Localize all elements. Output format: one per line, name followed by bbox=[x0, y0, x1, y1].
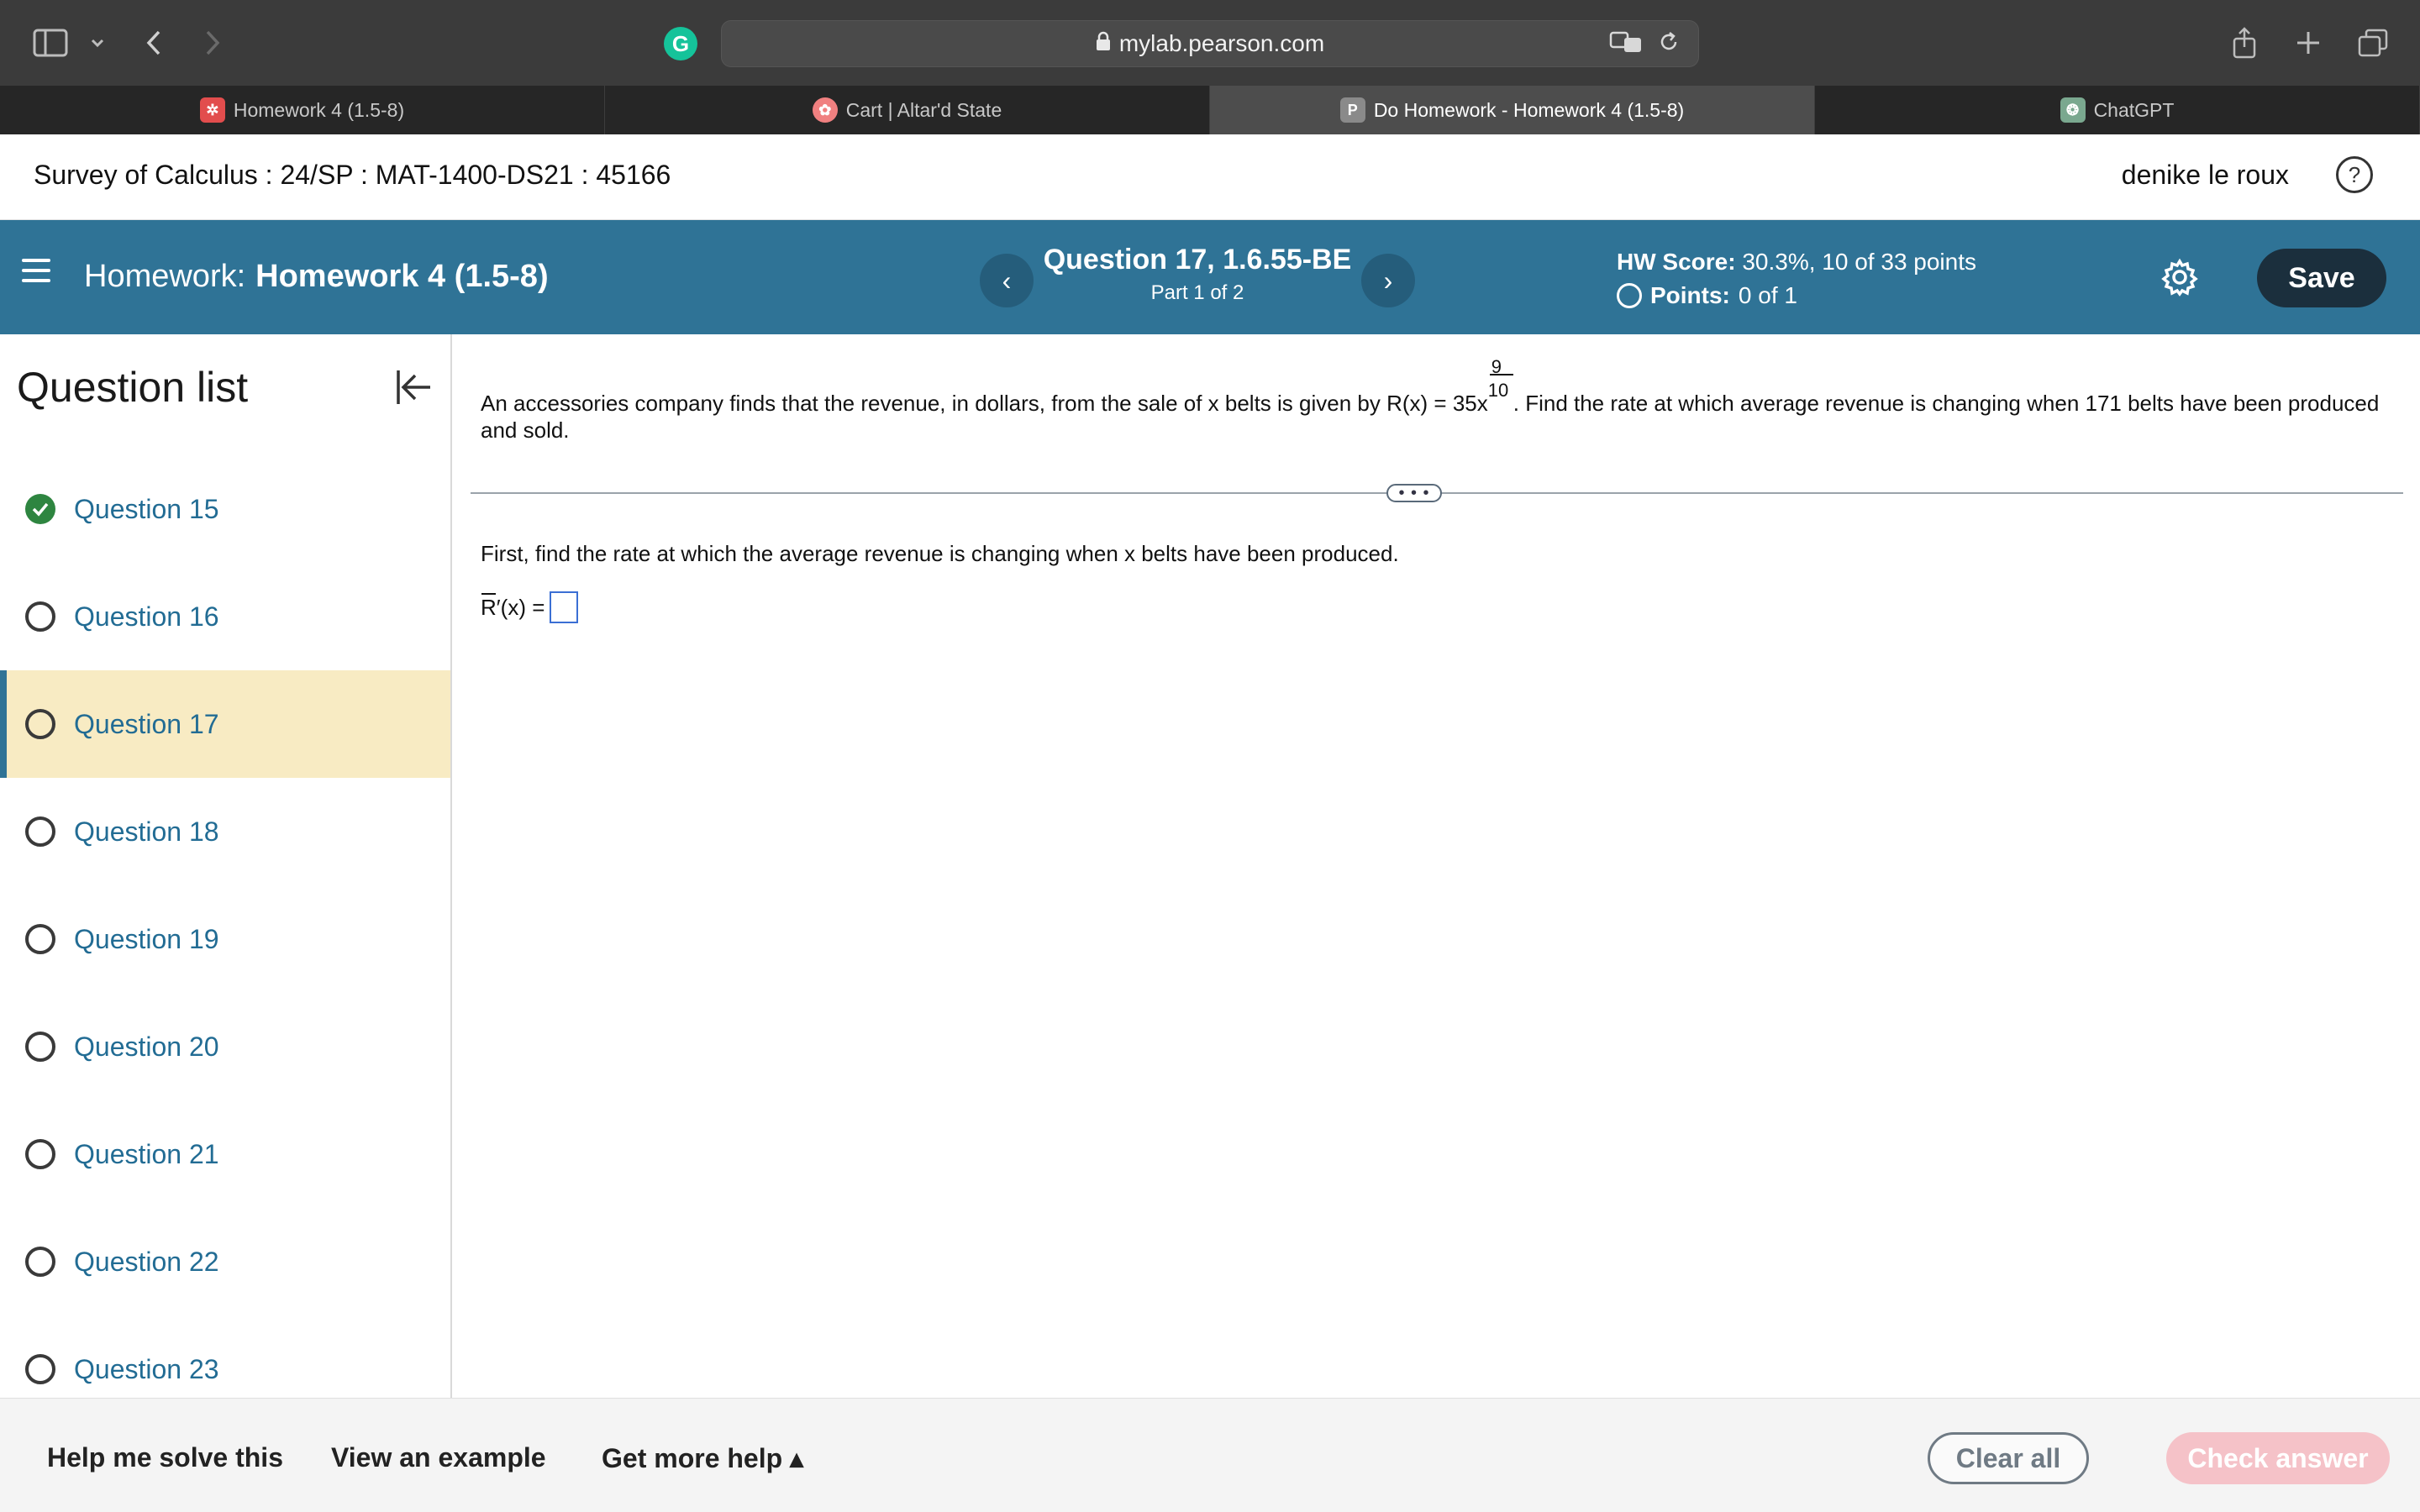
save-button[interactable]: Save bbox=[2257, 249, 2386, 307]
browser-tab-bar: ✲ Homework 4 (1.5-8) ✿ Cart | Altar'd St… bbox=[0, 86, 2420, 134]
tab-label: ChatGPT bbox=[2093, 98, 2175, 121]
incomplete-circle-icon bbox=[25, 1032, 55, 1062]
incomplete-circle-icon bbox=[25, 709, 55, 739]
question-label: Question 20 bbox=[74, 1031, 219, 1062]
question-label: Question 23 bbox=[74, 1353, 219, 1384]
altard-state-icon: ✿ bbox=[812, 97, 838, 123]
question-item-22[interactable]: Question 22 bbox=[0, 1208, 450, 1315]
get-more-help-button[interactable]: Get more help ▴ bbox=[602, 1442, 803, 1474]
tab-overview-icon[interactable] bbox=[2356, 22, 2390, 64]
score-panel: HW Score: 30.3%, 10 of 33 points Points:… bbox=[1617, 249, 1976, 309]
tab-altard-state[interactable]: ✿ Cart | Altar'd State bbox=[605, 86, 1210, 134]
help-me-solve-button[interactable]: Help me solve this bbox=[47, 1442, 283, 1473]
question-item-17[interactable]: Question 17 bbox=[0, 670, 450, 778]
chatgpt-icon: ❂ bbox=[2060, 97, 2086, 123]
gear-icon[interactable] bbox=[2160, 257, 2200, 297]
question-item-21[interactable]: Question 21 bbox=[0, 1100, 450, 1208]
homework-title: Homework: Homework 4 (1.5-8) bbox=[84, 259, 549, 295]
homework-header: Homework: Homework 4 (1.5-8) ‹ Question 1… bbox=[0, 220, 2420, 334]
question-label: Question 15 bbox=[74, 493, 219, 524]
r-bar-symbol: R bbox=[481, 592, 497, 620]
new-tab-icon[interactable] bbox=[2294, 22, 2323, 64]
pearson-icon: P bbox=[1339, 97, 1365, 123]
snowflake-icon: ✲ bbox=[199, 97, 225, 123]
question-item-18[interactable]: Question 18 bbox=[0, 778, 450, 885]
answer-label-rest: ′(x) = bbox=[496, 594, 545, 620]
question-item-19[interactable]: Question 19 bbox=[0, 885, 450, 993]
question-label: Question 19 bbox=[74, 923, 219, 954]
tab-label: Cart | Altar'd State bbox=[845, 98, 1002, 121]
exponent-denominator: 10 bbox=[1487, 380, 1509, 401]
question-number: Question 17, 1.6.55-BE bbox=[1043, 244, 1352, 276]
question-label: Question 16 bbox=[74, 601, 219, 632]
question-item-15[interactable]: Question 15 bbox=[0, 455, 450, 563]
question-item-20[interactable]: Question 20 bbox=[0, 993, 450, 1100]
homework-prefix: Homework: bbox=[84, 259, 246, 294]
question-label: Question 21 bbox=[74, 1138, 219, 1169]
incomplete-circle-icon bbox=[25, 1139, 55, 1169]
hw-score-label: HW Score: bbox=[1617, 249, 1736, 275]
hamburger-menu-icon[interactable] bbox=[22, 259, 50, 292]
checkmark-icon bbox=[25, 494, 55, 524]
url-text: mylab.pearson.com bbox=[1118, 30, 1325, 56]
question-item-16[interactable]: Question 16 bbox=[0, 563, 450, 670]
question-label: Question 18 bbox=[74, 816, 219, 847]
question-indicator: Question 17, 1.6.55-BE Part 1 of 2 bbox=[1034, 244, 1361, 305]
sidebar-toggle-icon[interactable] bbox=[32, 22, 69, 64]
tab-label: Homework 4 (1.5-8) bbox=[233, 98, 405, 121]
incomplete-circle-icon bbox=[25, 816, 55, 847]
user-name[interactable]: denike le roux bbox=[2122, 160, 2289, 191]
reload-icon[interactable] bbox=[1658, 30, 1680, 60]
check-answer-button[interactable]: Check answer bbox=[2166, 1432, 2390, 1484]
question-label: Question 17 bbox=[74, 708, 219, 739]
tab-do-homework[interactable]: P Do Homework - Homework 4 (1.5-8) bbox=[1210, 86, 1815, 134]
tab-chatgpt[interactable]: ❂ ChatGPT bbox=[1815, 86, 2420, 134]
question-content: An accessories company finds that the re… bbox=[454, 334, 2420, 1398]
previous-question-button[interactable]: ‹ bbox=[980, 254, 1034, 307]
incomplete-circle-icon bbox=[25, 924, 55, 954]
tab-label: Do Homework - Homework 4 (1.5-8) bbox=[1373, 98, 1685, 121]
tab-homework-4[interactable]: ✲ Homework 4 (1.5-8) bbox=[0, 86, 605, 134]
lock-icon bbox=[1096, 30, 1111, 57]
problem-text-start: An accessories company finds that the re… bbox=[481, 391, 1488, 416]
collapse-panel-icon[interactable] bbox=[393, 366, 434, 408]
grammarly-icon[interactable]: G bbox=[664, 27, 697, 60]
next-question-button[interactable]: › bbox=[1361, 254, 1415, 307]
share-icon[interactable] bbox=[2230, 22, 2259, 64]
address-bar[interactable]: mylab.pearson.com bbox=[721, 20, 1699, 67]
question-label: Question 22 bbox=[74, 1246, 219, 1277]
answer-row: R′(x) = bbox=[481, 591, 579, 623]
translate-icon[interactable] bbox=[1609, 30, 1643, 60]
points-value: 0 of 1 bbox=[1738, 282, 1797, 308]
hw-score-value: 30.3%, 10 of 33 points bbox=[1742, 249, 1977, 275]
question-list-title: Question list bbox=[17, 364, 249, 411]
help-footer: Help me solve this View an example Get m… bbox=[0, 1398, 2420, 1512]
answer-label: R′(x) = bbox=[481, 592, 545, 621]
back-icon[interactable] bbox=[141, 22, 166, 64]
browser-toolbar: G mylab.pearson.com bbox=[0, 0, 2420, 86]
course-title: Survey of Calculus : 24/SP : MAT-1400-DS… bbox=[34, 160, 671, 190]
part-instruction: First, find the rate at which the averag… bbox=[481, 541, 1399, 566]
expand-collapse-handle[interactable]: • • • bbox=[1386, 484, 1442, 502]
question-list-panel: Question list Question 15 Question 16 Qu… bbox=[0, 334, 452, 1398]
chevron-down-icon[interactable] bbox=[87, 22, 108, 64]
question-item-23[interactable]: Question 23 bbox=[0, 1315, 450, 1398]
points-label: Points: bbox=[1650, 282, 1730, 308]
homework-name: Homework 4 (1.5-8) bbox=[255, 259, 549, 294]
clear-all-button[interactable]: Clear all bbox=[1928, 1432, 2089, 1484]
question-part: Part 1 of 2 bbox=[1150, 281, 1244, 304]
help-icon[interactable]: ? bbox=[2336, 156, 2373, 193]
points-status-icon bbox=[1617, 283, 1642, 308]
answer-input[interactable] bbox=[550, 591, 579, 623]
incomplete-circle-icon bbox=[25, 1247, 55, 1277]
incomplete-circle-icon bbox=[25, 1354, 55, 1384]
course-header: Survey of Calculus : 24/SP : MAT-1400-DS… bbox=[0, 134, 2420, 220]
incomplete-circle-icon bbox=[25, 601, 55, 632]
view-example-button[interactable]: View an example bbox=[331, 1442, 546, 1473]
exponent-fraction: 9 10 bbox=[1488, 356, 1513, 411]
problem-statement: An accessories company finds that the re… bbox=[481, 356, 2396, 444]
forward-icon[interactable] bbox=[200, 22, 225, 64]
